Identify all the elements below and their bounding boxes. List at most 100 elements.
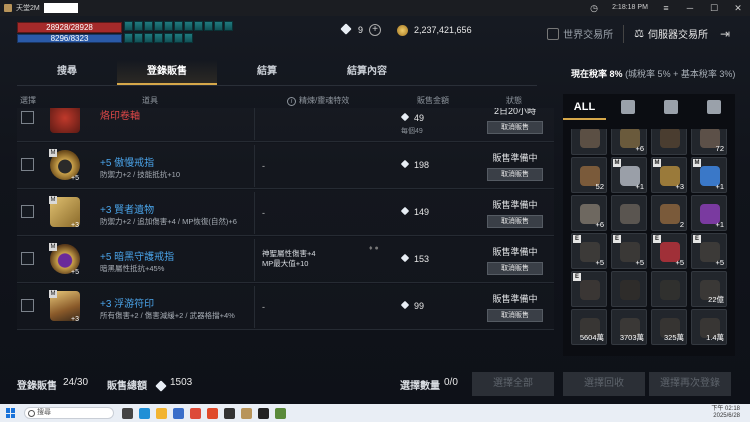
inventory-slot[interactable] [611,271,647,307]
inv-tab-armor[interactable] [606,94,649,120]
special-line-2: MP最大值+10 [262,259,309,268]
scales-icon: ⚖ [634,28,644,40]
taskview-icon[interactable] [122,407,133,419]
app-icon[interactable] [207,407,218,419]
row-checkbox[interactable] [21,205,34,218]
tab-search[interactable]: 搜尋 [17,60,117,85]
slot-count: 325萬 [663,333,684,342]
cancel-sale-button[interactable]: 取消販售 [487,309,543,322]
inventory-slot[interactable]: M +3 [651,157,687,193]
inventory-slot[interactable]: 72 [691,129,727,155]
slot-count: 3703萬 [619,333,644,342]
tab-settlement[interactable]: 結算 [217,60,317,85]
row-checkbox[interactable] [21,299,34,312]
table-row[interactable]: M +5 +5 暗黑守護戒指 暗黑屬性抵抗+45% 神聖屬性傷害+4 MP最大值… [17,237,554,283]
row-checkbox[interactable] [21,111,34,124]
inv-tab-currency[interactable] [692,94,735,120]
buff-icon [164,32,173,43]
taskbar-clock[interactable]: 下午 02:18 2025/6/28 [711,406,740,420]
gold-count: 2,237,421,656 [414,25,472,35]
inventory-slot[interactable]: M +1 [691,157,727,193]
slot-tag: M [613,159,621,167]
explorer-icon[interactable] [156,407,167,419]
server-exchange-button[interactable]: ⚖ 伺服器交易所 [628,22,714,45]
inv-tab-all[interactable]: ALL [563,94,606,120]
row-checkbox[interactable] [21,252,34,265]
price: 153 [400,254,429,264]
table-row[interactable]: 烙印卷軸 49 每個49 2日20小時 取消販售 [17,108,554,142]
header-select: 選擇 [20,96,36,105]
row-checkbox[interactable] [21,158,34,171]
info-icon[interactable]: i [287,97,296,106]
app-icon[interactable] [224,407,235,419]
inventory-slot[interactable] [571,129,607,155]
minimize-button[interactable]: ─ [678,0,702,16]
inventory-slot[interactable]: E [571,271,607,307]
special-effect: - [262,302,265,312]
inventory-slot[interactable] [651,271,687,307]
inventory-slot[interactable]: 2 [651,195,687,231]
maximize-button[interactable]: ☐ [702,0,726,16]
inventory-slot[interactable]: 1.4萬 [691,309,727,345]
reclaim-button[interactable]: 選擇回收 [563,372,645,396]
table-header: 選擇 道具 i 精煉/靈魂特效 販售金額 狀態 [17,93,554,107]
inventory-slot[interactable]: +6 [571,195,607,231]
special-effect: - [262,161,265,171]
cancel-sale-button[interactable]: 取消販售 [487,168,543,181]
close-button[interactable]: ✕ [726,0,750,16]
header-special-wrap: i 精煉/靈魂特效 [287,95,349,106]
item-icon [580,280,600,300]
inventory-slot[interactable]: E +5 [691,233,727,269]
buff-icon [144,32,153,43]
inventory-slot[interactable]: +1 [691,195,727,231]
chrome-icon[interactable] [190,407,201,419]
inventory-slot[interactable]: 5604萬 [571,309,607,345]
select-all-button[interactable]: 選擇全部 [472,372,554,396]
tax-rate: 現在稅率 8% (城稅率 5% + 基本稅率 3%) [571,67,735,80]
store-icon[interactable] [173,407,184,419]
tab-settlement-detail[interactable]: 結算內容 [317,60,417,85]
add-diamond-icon[interactable]: + [369,24,382,36]
tab-listing[interactable]: 登錄販售 [117,60,217,85]
inventory-slot[interactable]: +6 [611,129,647,155]
world-exchange-button[interactable]: 世界交易所 [541,22,619,45]
inventory-slot[interactable]: M +1 [611,157,647,193]
app-icon[interactable] [241,407,252,419]
start-icon[interactable] [6,408,16,418]
app-icon[interactable] [275,407,286,419]
inventory-slot[interactable]: 3703萬 [611,309,647,345]
slot-tag: E [573,235,581,243]
edge-icon[interactable] [139,407,150,419]
slot-tag: M [693,159,701,167]
tax-label: 現在稅率 [571,69,608,79]
relist-button[interactable]: 選擇再次登錄 [649,372,731,396]
table-row[interactable]: M +3 +3 賢者遺物 防禦力+2 / 追加傷害+4 / MP恢復(自然)+6… [17,190,554,236]
inventory-slot[interactable] [611,195,647,231]
table-row[interactable]: M +5 +5 傲慢戒指 防禦力+2 / 技能抵抗+10 - 198 販售準備中… [17,143,554,189]
taskbar-search-input[interactable]: 搜尋 [24,407,114,419]
buff-icon [134,32,143,43]
divider [254,108,255,140]
table-row[interactable]: M +3 +3 浮游符印 所有傷害+2 / 傷害減緩+2 / 武器格擋+4% -… [17,284,554,330]
inventory-slot[interactable]: E +5 [651,233,687,269]
inventory-slot[interactable]: E +5 [571,233,607,269]
clock-date: 2025/6/28 [713,413,740,419]
inv-tab-box[interactable] [649,94,692,120]
inventory-slot[interactable]: 22億 [691,271,727,307]
inventory-slot[interactable]: 52 [571,157,607,193]
item-icon [660,129,680,148]
app-icon[interactable] [258,407,269,419]
cancel-sale-button[interactable]: 取消販售 [487,262,543,275]
cancel-sale-button[interactable]: 取消販售 [487,215,543,228]
diamond-icon [400,160,410,170]
inventory-slot[interactable]: 325萬 [651,309,687,345]
diamond-icon [340,25,352,35]
inventory-slot[interactable]: E +5 [611,233,647,269]
exit-icon[interactable]: ⇥ [718,27,732,41]
box-icon [663,100,678,114]
cancel-sale-button[interactable]: 取消販售 [487,121,543,134]
inventory-slot[interactable] [651,129,687,155]
menu-icon[interactable]: ≡ [654,0,678,16]
buff-icon [184,32,193,43]
slot-count: +5 [635,258,644,267]
